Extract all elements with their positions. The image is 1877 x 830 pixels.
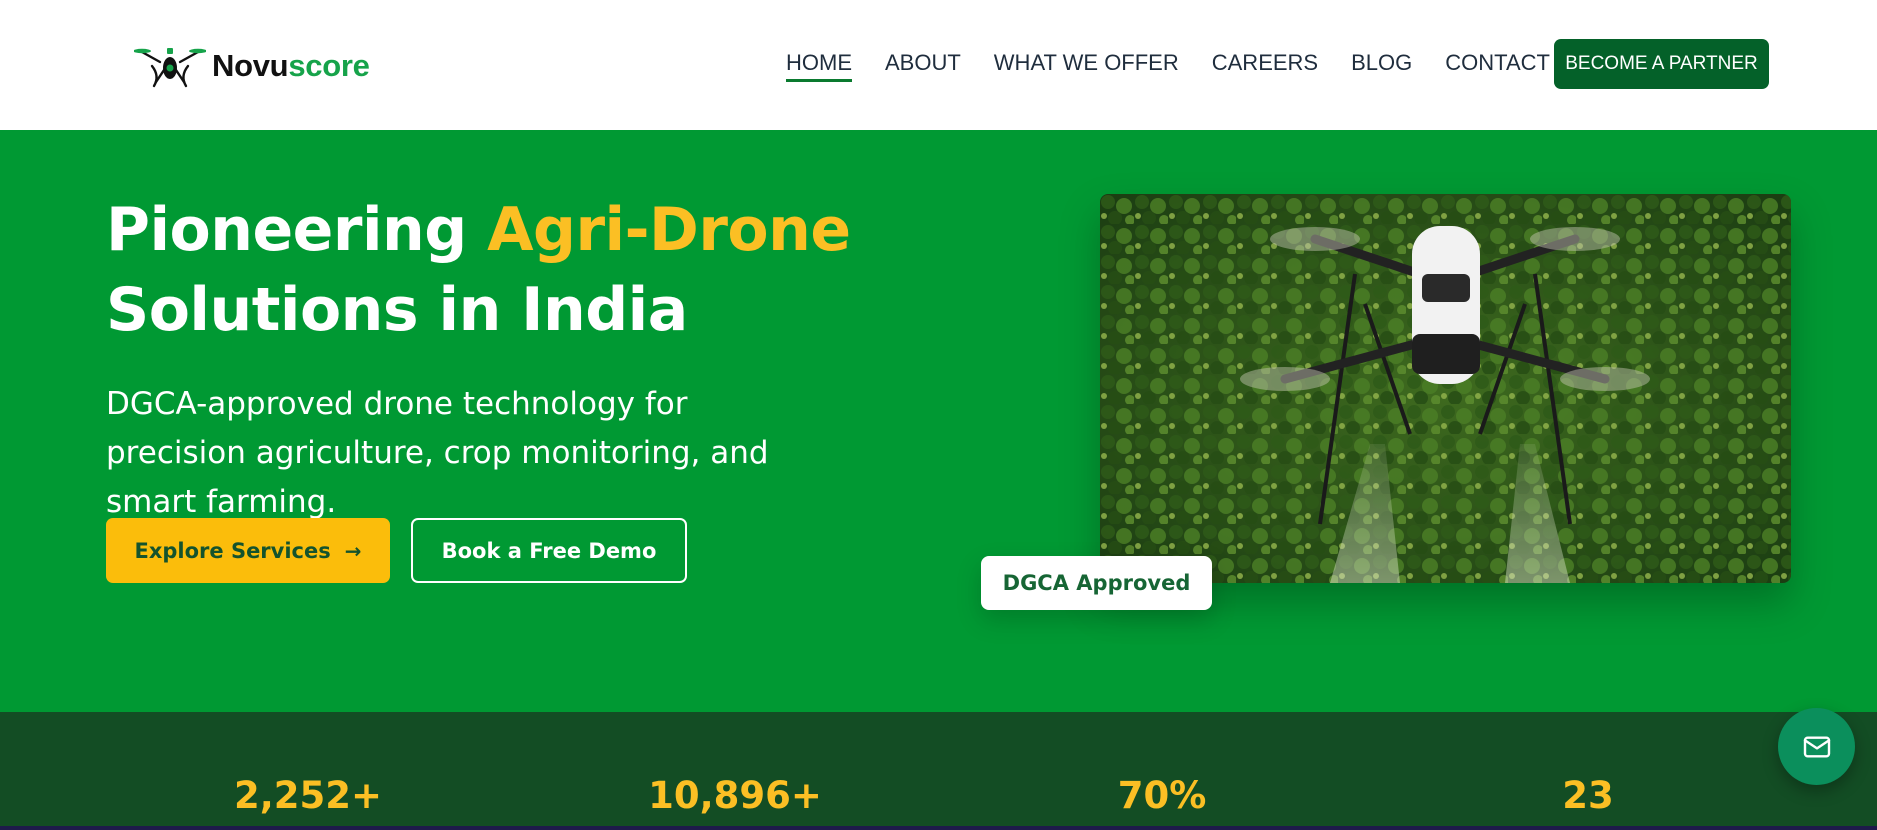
- stat-value-3: 70%: [1117, 774, 1207, 817]
- brand-name-part2: score: [288, 48, 370, 83]
- stat-value-4: 23: [1562, 774, 1614, 817]
- stats-bar: 2,252+ 10,896+ 70% 23: [0, 712, 1877, 830]
- brand-name: Novuscore: [212, 48, 370, 84]
- main-menu: HOME ABOUT WHAT WE OFFER CAREERS BLOG CO…: [786, 50, 1619, 82]
- hero-title-highlight: Agri-Drone: [487, 195, 851, 265]
- dgca-approved-badge: DGCA Approved: [981, 556, 1212, 610]
- nav-about[interactable]: ABOUT: [885, 50, 961, 80]
- hero-subtitle: DGCA-approved drone technology for preci…: [106, 386, 769, 520]
- drone-logo-icon: [134, 48, 206, 88]
- become-partner-button[interactable]: BECOME A PARTNER: [1554, 39, 1769, 89]
- hero-title-part1: Pioneering: [106, 195, 488, 265]
- nav-blog[interactable]: BLOG: [1351, 50, 1412, 80]
- top-navbar: Novuscore HOME ABOUT WHAT WE OFFER CAREE…: [0, 0, 1877, 130]
- arrow-right-icon: →: [344, 538, 362, 563]
- brand-logo[interactable]: Novuscore: [134, 42, 370, 90]
- mail-icon: [1803, 735, 1830, 758]
- page-bottom-edge: [0, 826, 1877, 830]
- hero-title: Pioneering Agri-Drone Solutions in India: [106, 190, 926, 350]
- book-demo-button[interactable]: Book a Free Demo: [411, 518, 687, 583]
- hero-section: Pioneering Agri-Drone Solutions in India…: [0, 130, 1877, 712]
- contact-mail-button[interactable]: [1778, 708, 1855, 785]
- stat-value-1: 2,252+: [233, 774, 383, 817]
- nav-careers[interactable]: CAREERS: [1212, 50, 1318, 80]
- explore-services-label: Explore Services: [134, 538, 331, 563]
- stat-value-2: 10,896+: [648, 774, 822, 817]
- drone-spraying-photo: [1100, 194, 1791, 583]
- hero-title-part2: Solutions in India: [106, 275, 688, 345]
- brand-name-part1: Novu: [212, 48, 289, 83]
- nav-home[interactable]: HOME: [786, 50, 852, 82]
- nav-what-we-offer[interactable]: WHAT WE OFFER: [994, 50, 1179, 80]
- explore-services-button[interactable]: Explore Services →: [106, 518, 390, 583]
